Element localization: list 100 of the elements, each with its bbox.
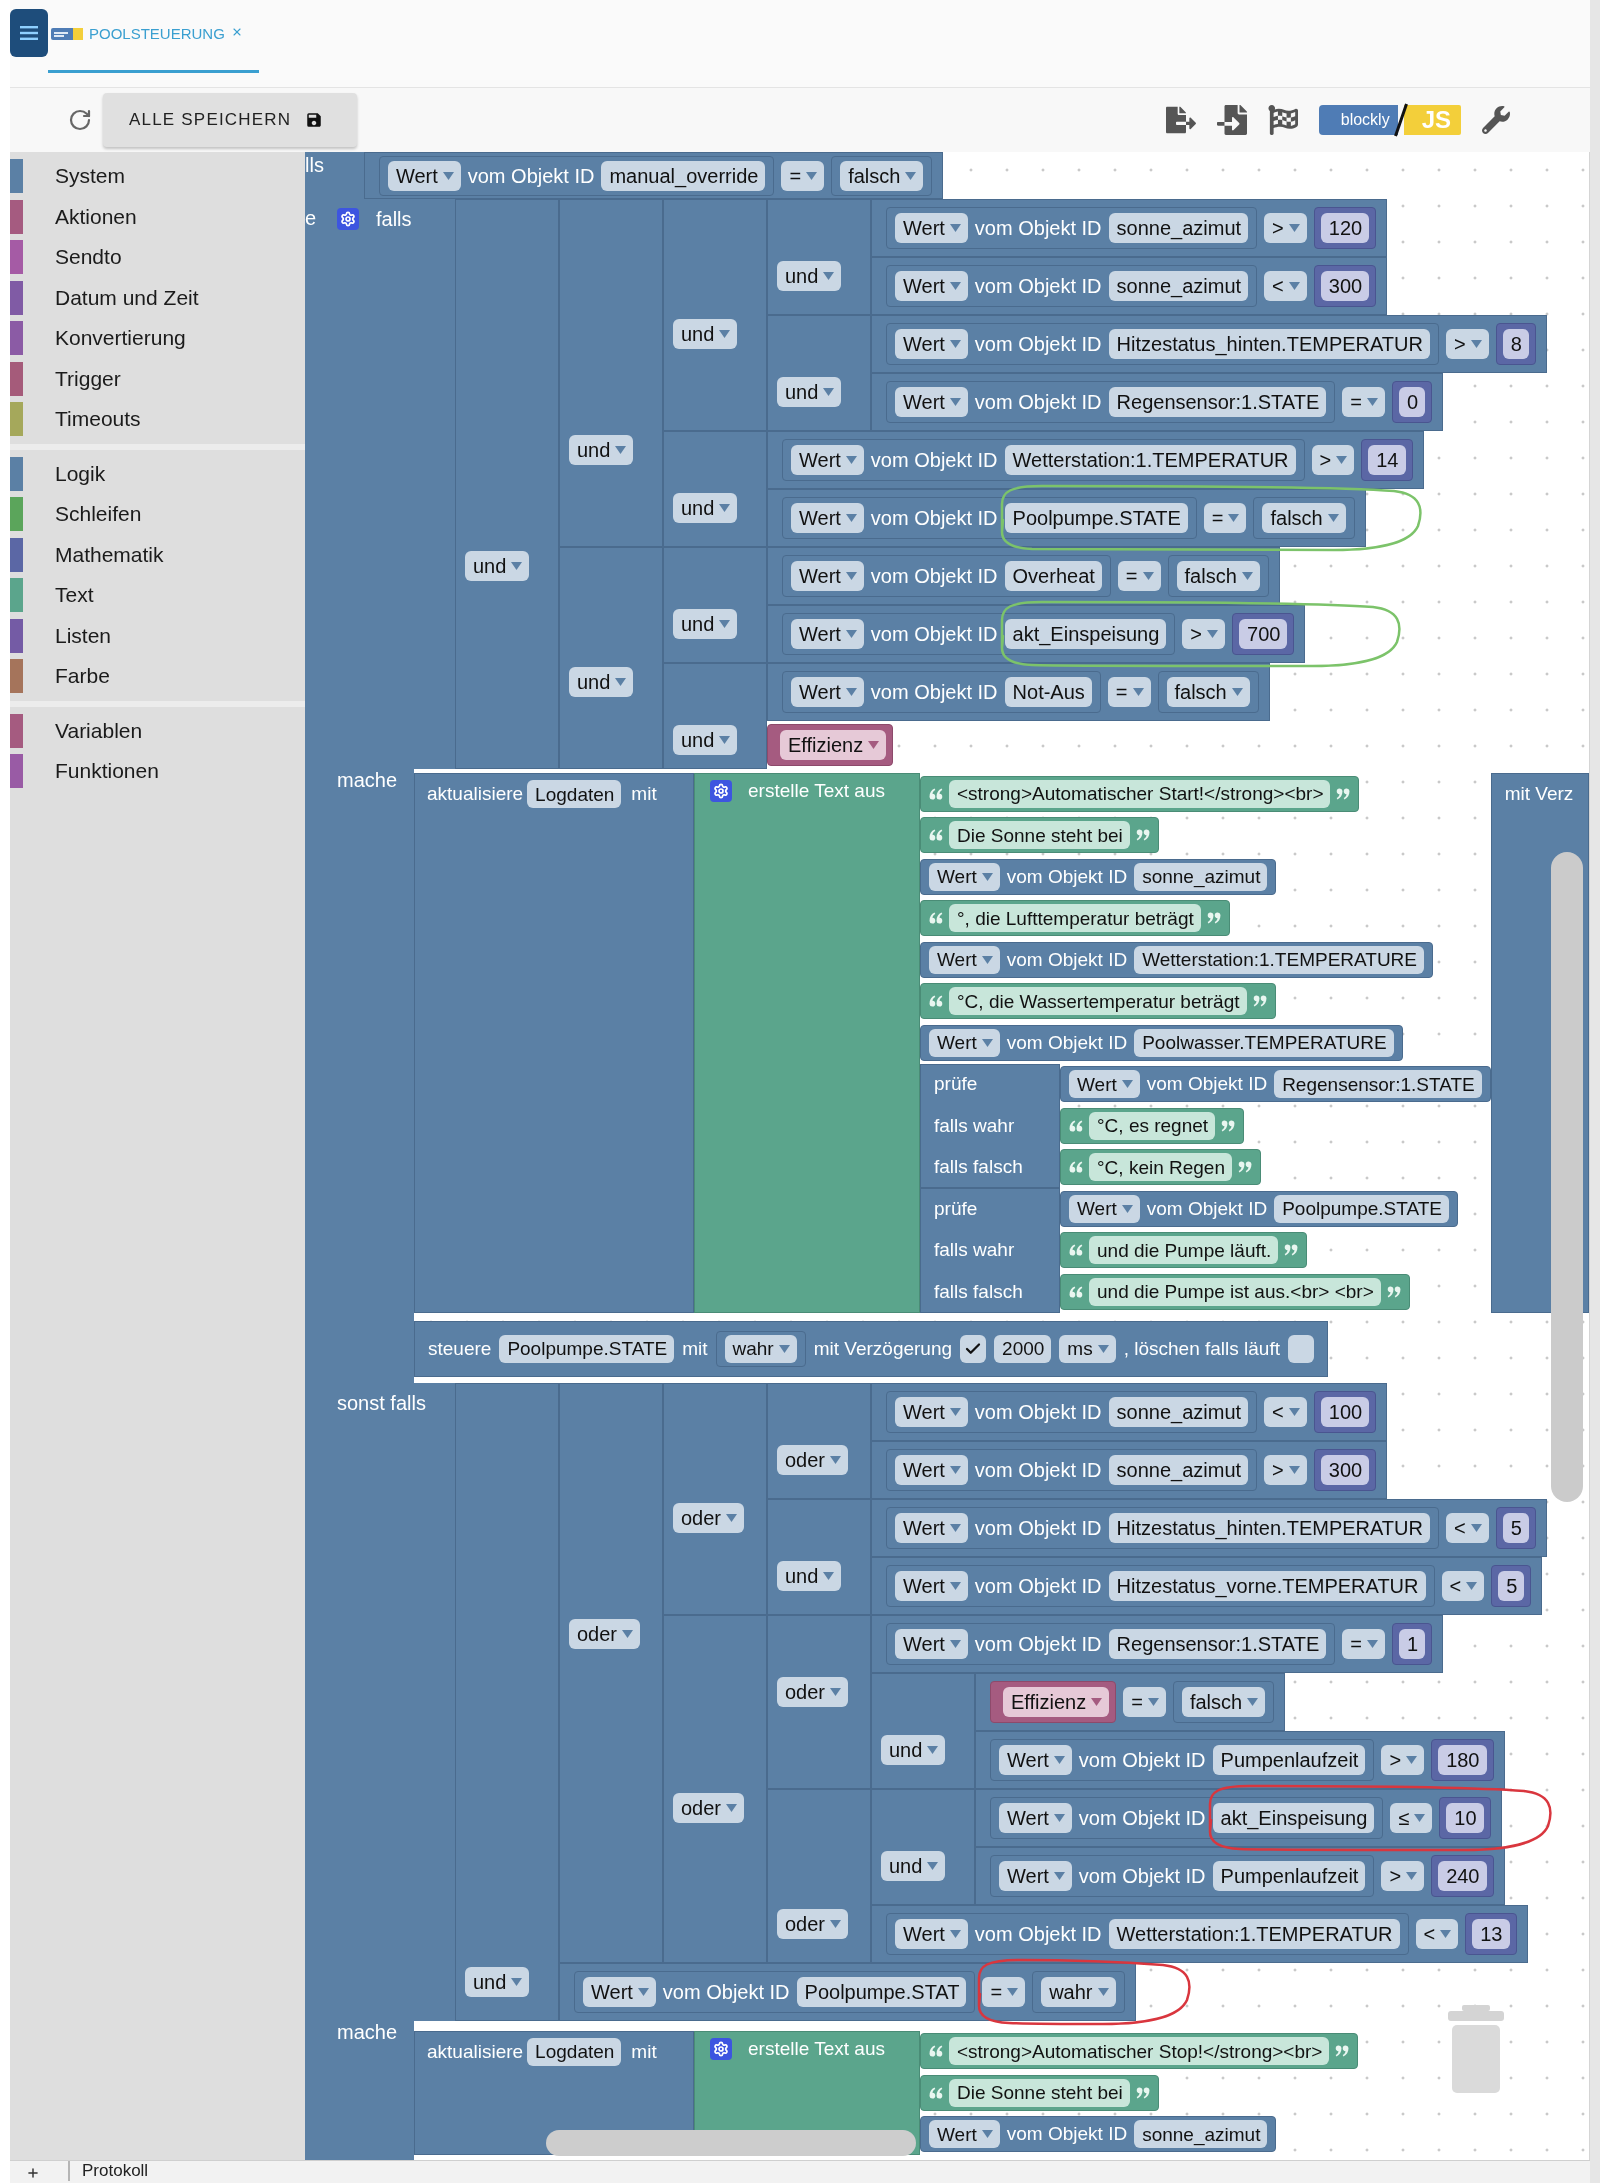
object-id-field[interactable]: sonne_azimut	[1134, 862, 1268, 891]
operator-dropdown[interactable]: >	[1264, 1454, 1307, 1485]
field-dropdown[interactable]: Wert	[895, 213, 968, 243]
object-id-field[interactable]: Poolpumpe.STATE	[1004, 503, 1188, 533]
text-field[interactable]: <strong>Automatischer Stop!</strong><br>	[949, 2037, 1330, 2066]
operator-dropdown[interactable]: <	[1415, 1918, 1459, 1949]
field-dropdown[interactable]: Wert	[929, 945, 1000, 974]
operator-dropdown[interactable]: <	[1264, 1396, 1307, 1427]
operator-dropdown[interactable]: oder	[673, 1792, 745, 1823]
number-field[interactable]: 700	[1239, 619, 1288, 649]
object-id-field[interactable]: Overheat	[1004, 561, 1102, 591]
operator-dropdown[interactable]: =	[1203, 503, 1247, 533]
field-dropdown[interactable]: Wert	[791, 503, 864, 533]
panel-tab[interactable]: Protokoll	[68, 2161, 149, 2181]
operator-dropdown[interactable]: =	[982, 1976, 1026, 2007]
operator-dropdown[interactable]: und	[673, 493, 738, 523]
text-field[interactable]: <strong>Automatischer Start!</strong><br>	[949, 779, 1331, 808]
checkbox[interactable]	[1288, 1334, 1314, 1363]
category-item[interactable]: Trigger	[10, 358, 305, 399]
operator-dropdown[interactable]: ≤	[1390, 1802, 1433, 1833]
object-id-field[interactable]: Wetterstation:1.TEMPERATURE	[1134, 945, 1424, 974]
wrench-icon[interactable]	[1482, 106, 1510, 134]
vertical-scrollbar[interactable]	[1551, 852, 1583, 1502]
field-dropdown[interactable]: Wert	[929, 2120, 1000, 2149]
operator-dropdown[interactable]: und	[569, 435, 634, 465]
boolean-dropdown[interactable]: falsch	[1176, 561, 1260, 591]
object-id-field[interactable]: Pumpenlaufzeit	[1212, 1860, 1366, 1891]
operator-dropdown[interactable]: oder	[569, 1618, 641, 1649]
field-dropdown[interactable]: Wert	[929, 862, 1000, 891]
text-field[interactable]: °C, die Wassertemperatur beträgt	[949, 987, 1247, 1016]
save-button[interactable]: ALLE SPEICHERN	[103, 93, 357, 147]
category-item[interactable]: Farbe	[10, 656, 305, 697]
operator-dropdown[interactable]: oder	[673, 1502, 745, 1533]
number-field[interactable]: 300	[1320, 271, 1370, 301]
text-field[interactable]: °C, kein Regen	[1089, 1153, 1232, 1182]
checkered-flag-icon[interactable]	[1267, 105, 1298, 135]
plus-icon[interactable]	[26, 2166, 40, 2180]
object-id-field[interactable]: Hitzestatus_vorne.TEMPERATUR	[1108, 1570, 1426, 1601]
operator-dropdown[interactable]: =	[1342, 1628, 1385, 1659]
object-id-field[interactable]: sonne_azimut	[1134, 2120, 1268, 2149]
category-item[interactable]: Sendto	[10, 237, 305, 278]
object-id-field[interactable]: sonne_azimut	[1108, 213, 1249, 243]
number-field[interactable]: 1	[1398, 1628, 1426, 1659]
category-item[interactable]: Text	[10, 575, 305, 616]
object-id-field[interactable]: sonne_azimut	[1108, 1454, 1249, 1485]
object-id-field[interactable]: akt_Einspeisung	[1004, 619, 1167, 649]
object-id-field[interactable]: Not-Aus	[1004, 677, 1092, 707]
category-item[interactable]: Timeouts	[10, 399, 305, 440]
category-item[interactable]: Listen	[10, 615, 305, 656]
field-dropdown[interactable]: Wert	[895, 1396, 968, 1427]
file-arrow-in-icon[interactable]	[1216, 105, 1247, 135]
variable-field[interactable]: Logdaten	[527, 2037, 622, 2066]
checkbox[interactable]	[960, 1334, 987, 1363]
field-dropdown[interactable]: Wert	[999, 1860, 1072, 1891]
object-id-field[interactable]: Pumpenlaufzeit	[1212, 1744, 1366, 1775]
operator-dropdown[interactable]: und	[777, 1560, 842, 1591]
operator-dropdown[interactable]: und	[673, 609, 738, 639]
field-dropdown[interactable]: Wert	[999, 1802, 1072, 1833]
operator-dropdown[interactable]: =	[781, 160, 825, 191]
operator-dropdown[interactable]: und	[881, 1850, 946, 1881]
field-dropdown[interactable]: Wert	[791, 445, 864, 475]
operator-dropdown[interactable]: =	[1123, 1686, 1166, 1717]
operator-dropdown[interactable]: >	[1445, 329, 1489, 359]
field-dropdown[interactable]: Wert	[791, 561, 864, 591]
number-field[interactable]: 5	[1502, 1512, 1529, 1543]
category-item[interactable]: Konvertierung	[10, 318, 305, 359]
object-id-field[interactable]: Wetterstation:1.TEMPERATUR	[1108, 1918, 1400, 1949]
field-dropdown[interactable]: Wert	[929, 1028, 1000, 1057]
field-dropdown[interactable]: Wert	[583, 1976, 656, 2007]
category-item[interactable]: Mathematik	[10, 534, 305, 575]
operator-dropdown[interactable]: und	[777, 261, 842, 291]
boolean-dropdown[interactable]: wahr	[1041, 1976, 1116, 2007]
text-field[interactable]: und die Pumpe läuft.	[1089, 1236, 1279, 1265]
category-item[interactable]: System	[10, 156, 305, 197]
text-field[interactable]: Die Sonne steht bei	[949, 821, 1130, 850]
field-dropdown[interactable]: Wert	[791, 619, 864, 649]
number-field[interactable]: 180	[1438, 1744, 1487, 1775]
number-field[interactable]: 120	[1320, 213, 1370, 243]
operator-dropdown[interactable]: >	[1381, 1744, 1425, 1775]
object-id-field[interactable]: Hitzestatus_hinten.TEMPERATUR	[1108, 1512, 1430, 1543]
operator-dropdown[interactable]: <	[1445, 1512, 1489, 1543]
number-field[interactable]: 0	[1398, 387, 1426, 417]
operator-dropdown[interactable]: >	[1264, 213, 1307, 243]
boolean-dropdown[interactable]: falsch	[1262, 503, 1346, 533]
number-field[interactable]: 10	[1446, 1802, 1484, 1833]
number-field[interactable]: 14	[1368, 445, 1406, 475]
operator-dropdown[interactable]: <	[1264, 271, 1307, 301]
field-dropdown[interactable]: Wert	[895, 1512, 968, 1543]
number-field[interactable]: 300	[1320, 1454, 1370, 1485]
operator-dropdown[interactable]: und	[465, 1966, 530, 1997]
object-id-field[interactable]: manual_override	[601, 160, 766, 191]
operator-dropdown[interactable]: und	[673, 319, 738, 349]
operator-dropdown[interactable]: >	[1311, 445, 1355, 475]
operator-dropdown[interactable]: oder	[777, 1908, 849, 1939]
object-id-field[interactable]: Hitzestatus_hinten.TEMPERATUR	[1108, 329, 1430, 359]
field-dropdown[interactable]: Wert	[895, 271, 968, 301]
field-dropdown[interactable]: Wert	[895, 1454, 968, 1485]
number-field[interactable]: 240	[1438, 1860, 1487, 1891]
category-item[interactable]: Schleifen	[10, 494, 305, 535]
variable-dropdown[interactable]: Effizienz	[1003, 1686, 1110, 1717]
